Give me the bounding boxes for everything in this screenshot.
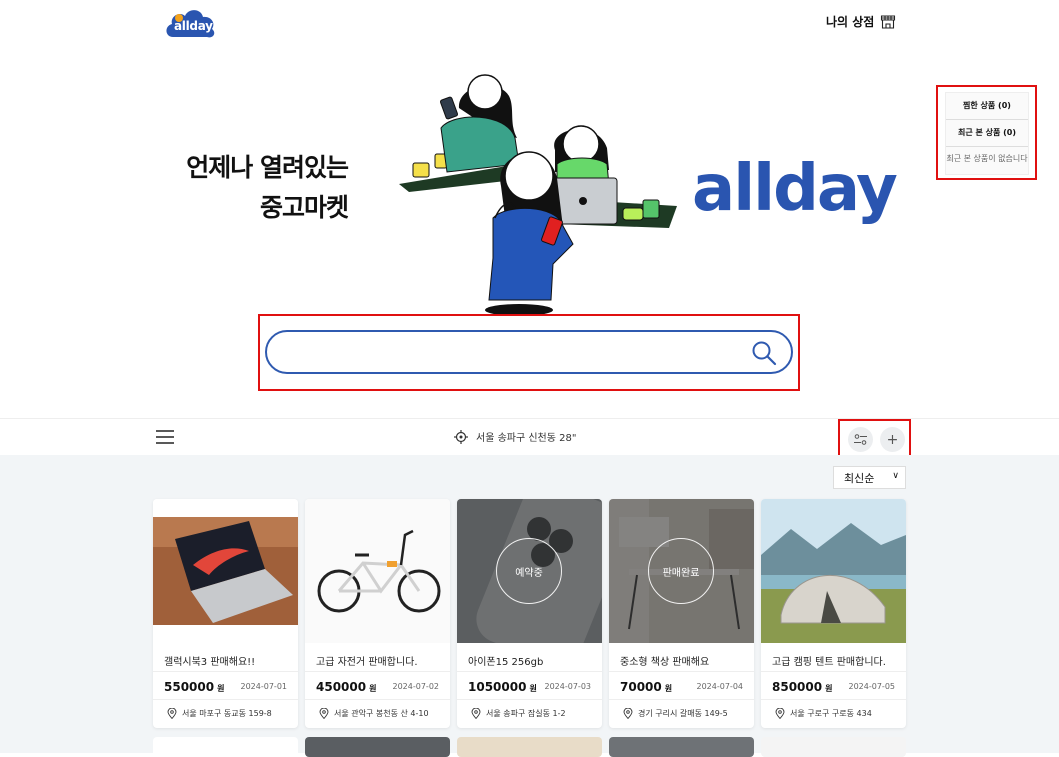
hero-tagline: 언제나 열려있는 중고마켓: [186, 148, 349, 228]
product-date: 2024-07-03: [544, 682, 592, 691]
logo[interactable]: allday: [163, 5, 217, 41]
product-card-partial[interactable]: [305, 737, 450, 757]
liked-products-link[interactable]: 찜한 상품 (0): [946, 93, 1028, 120]
product-address: 경기 구리시 갈매동 149-5: [623, 708, 728, 719]
hero-line-1: 언제나 열려있는: [186, 153, 349, 182]
product-card[interactable]: 판매완료 중소형 책상 판매해요 70000 원 2024-07-04 경기 구리…: [609, 499, 754, 728]
product-card-partial[interactable]: [457, 737, 602, 757]
map-pin-icon: [775, 708, 785, 719]
product-address: 서울 구로구 구로동 434: [775, 708, 872, 719]
product-title: 고급 자전거 판매합니다.: [316, 657, 418, 668]
hero-illustration: [399, 74, 677, 316]
divider: [609, 671, 754, 672]
price-value: 550000: [164, 680, 215, 694]
toolbar: 서울 송파구 신천동 28" +: [0, 418, 1059, 459]
chevron-down-icon: ∨: [892, 471, 899, 481]
divider: [457, 671, 602, 672]
product-title: 아이폰15 256gb: [468, 657, 544, 668]
sort-select[interactable]: 최신순 ∨: [833, 466, 906, 489]
product-photo-laptop: [153, 499, 298, 643]
divider: [761, 699, 906, 700]
sort-selected: 최신순: [844, 472, 875, 485]
product-photo-bicycle: [305, 499, 450, 643]
product-card-partial[interactable]: [761, 737, 906, 757]
product-price: 850000 원: [772, 680, 832, 694]
brand-name: allday: [692, 152, 898, 226]
currency: 원: [825, 684, 833, 693]
price-value: 70000: [620, 680, 662, 694]
status-overlay: 판매완료: [609, 499, 754, 643]
product-price: 450000 원: [316, 680, 376, 694]
product-address: 서울 송파구 잠실동 1-2: [471, 708, 566, 719]
location-text: 서울 송파구 신천동 28": [476, 433, 577, 444]
product-date: 2024-07-04: [696, 682, 744, 691]
product-title: 중소형 책상 판매해요: [620, 657, 710, 668]
product-title: 고급 캠핑 텐트 판매합니다.: [772, 657, 886, 668]
status-overlay: 예약중: [457, 499, 602, 643]
address-text: 경기 구리시 갈매동 149-5: [638, 709, 728, 718]
divider: [305, 671, 450, 672]
map-pin-icon: [623, 708, 633, 719]
current-location[interactable]: 서울 송파구 신천동 28": [454, 429, 576, 444]
product-card[interactable]: 갤럭시북3 판매해요!! 550000 원 2024-07-01 서울 마포구 동…: [153, 499, 298, 728]
product-card[interactable]: 예약중 아이폰15 256gb 1050000 원 2024-07-03 서울 송…: [457, 499, 602, 728]
recent-products-link[interactable]: 최근 본 상품 (0): [946, 120, 1028, 147]
product-card-partial[interactable]: [609, 737, 754, 757]
search-input[interactable]: [285, 338, 745, 366]
price-value: 1050000: [468, 680, 527, 694]
price-value: 450000: [316, 680, 367, 694]
hamburger-menu-icon[interactable]: [156, 430, 174, 444]
divider: [761, 671, 906, 672]
product-card[interactable]: 고급 캠핑 텐트 판매합니다. 850000 원 2024-07-05 서울 구로…: [761, 499, 906, 728]
map-pin-icon: [167, 708, 177, 719]
product-address: 서울 마포구 동교동 159-8: [167, 708, 272, 719]
header: allday 나의 상점: [0, 0, 1059, 50]
currency: 원: [217, 684, 225, 693]
product-photo-tent: [761, 499, 906, 643]
currency: 원: [529, 684, 537, 693]
filter-button[interactable]: [848, 427, 873, 452]
address-text: 서울 마포구 동교동 159-8: [182, 709, 272, 718]
sidebox-highlight: 찜한 상품 (0) 최근 본 상품 (0) 최근 본 상품이 없습니다: [936, 85, 1037, 180]
filter-icon: [854, 434, 867, 445]
product-price: 70000 원: [620, 680, 672, 694]
search-bar[interactable]: [265, 330, 793, 374]
currency: 원: [664, 684, 673, 693]
address-text: 서울 관악구 봉천동 산 4-10: [334, 709, 429, 718]
my-store-label: 나의 상점: [826, 15, 875, 29]
location-target-icon: [454, 429, 468, 444]
product-date: 2024-07-05: [848, 682, 896, 691]
hero-line-2: 중고마켓: [259, 193, 349, 222]
divider: [457, 699, 602, 700]
map-pin-icon: [319, 708, 329, 719]
map-pin-icon: [471, 708, 481, 719]
divider: [305, 699, 450, 700]
recent-panel: 찜한 상품 (0) 최근 본 상품 (0) 최근 본 상품이 없습니다: [945, 92, 1029, 175]
status-badge: 판매완료: [648, 538, 714, 604]
store-icon: [881, 14, 896, 29]
product-date: 2024-07-02: [392, 682, 440, 691]
plus-icon: +: [886, 431, 899, 448]
divider: [153, 699, 298, 700]
product-price: 550000 원: [164, 680, 224, 694]
product-card-partial[interactable]: [153, 737, 298, 757]
address-text: 서울 구로구 구로동 434: [790, 709, 872, 718]
logo-text: allday: [174, 19, 213, 33]
currency: 원: [369, 684, 377, 693]
product-date: 2024-07-01: [240, 682, 288, 691]
product-card[interactable]: 고급 자전거 판매합니다. 450000 원 2024-07-02 서울 관악구 …: [305, 499, 450, 728]
product-price: 1050000 원: [468, 680, 537, 694]
product-listing: 최신순 ∨ 갤럭시북3 판매해요!! 550000 원 2024-07-01 서울…: [0, 455, 1059, 757]
divider: [609, 699, 754, 700]
status-badge: 예약중: [496, 538, 562, 604]
product-title: 갤럭시북3 판매해요!!: [164, 657, 256, 668]
product-address: 서울 관악구 봉천동 산 4-10: [319, 708, 429, 719]
recent-empty-text: 최근 본 상품이 없습니다: [946, 154, 1028, 163]
my-store-link[interactable]: 나의 상점: [826, 13, 896, 30]
search-icon[interactable]: [751, 340, 777, 366]
price-value: 850000: [772, 680, 823, 694]
divider: [153, 671, 298, 672]
add-product-button[interactable]: +: [880, 427, 905, 452]
address-text: 서울 송파구 잠실동 1-2: [486, 709, 566, 718]
